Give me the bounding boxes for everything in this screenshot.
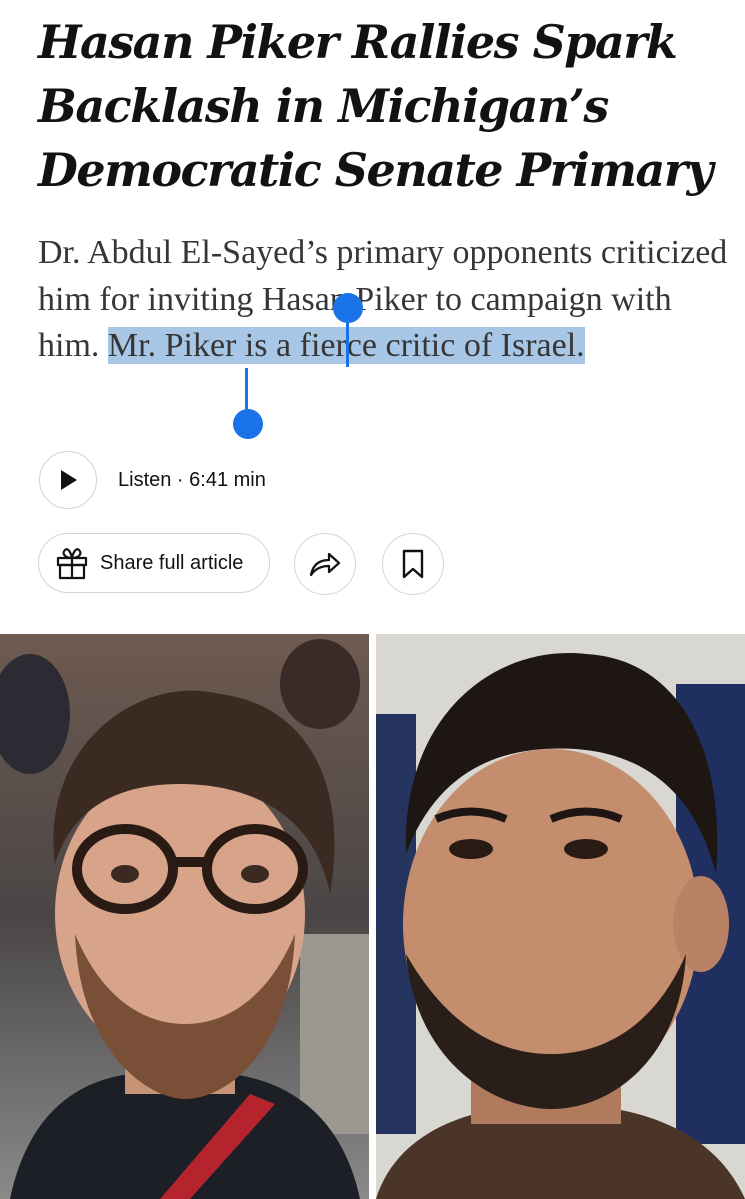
- man-with-glasses-photo: [0, 634, 369, 1199]
- gift-icon: [56, 548, 88, 580]
- play-icon: [61, 470, 77, 490]
- article-headline: Hasan Piker Rallies Spark Backlash in Mi…: [38, 15, 713, 197]
- share-label: Share full article: [100, 551, 244, 574]
- bookmark-icon: [402, 549, 424, 579]
- share-full-article-button[interactable]: Share full article: [38, 533, 270, 593]
- bookmark-button[interactable]: [382, 533, 444, 595]
- man-with-beard-photo: [376, 634, 745, 1199]
- selection-end-line: [245, 368, 248, 413]
- selection-start-handle[interactable]: [333, 293, 363, 323]
- play-audio-button[interactable]: [39, 451, 97, 509]
- article-summary[interactable]: Dr. Abdul El-Sayed’s primary opponents c…: [38, 230, 728, 370]
- listen-duration: Listen · 6:41 min: [118, 469, 266, 491]
- selection-end-handle[interactable]: [233, 409, 263, 439]
- share-button[interactable]: [294, 533, 356, 595]
- share-arrow-icon: [309, 552, 341, 577]
